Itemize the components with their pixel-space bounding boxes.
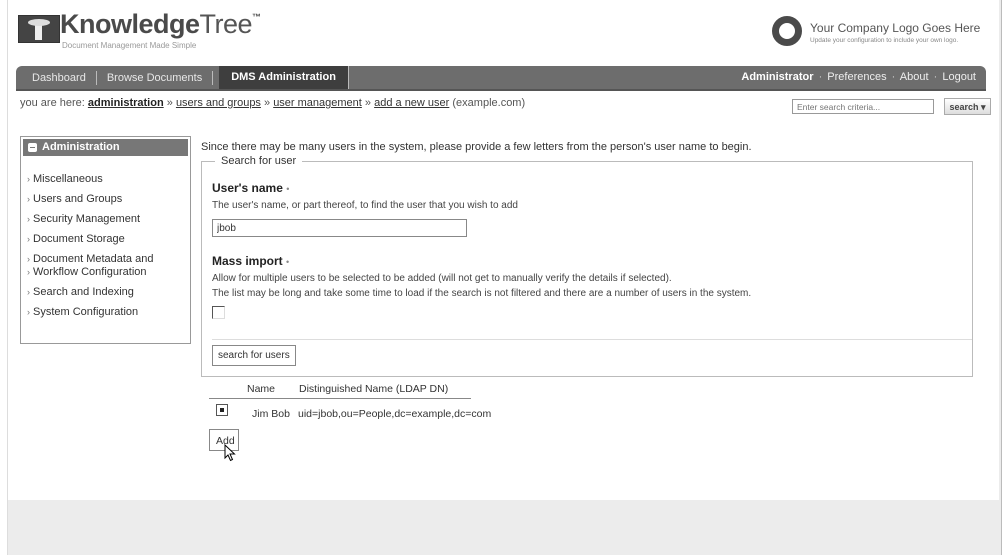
breadcrumb-add-a-new-user[interactable]: add a new user (374, 97, 449, 109)
sidebar-item-users-and-groups[interactable]: Users and Groups (27, 193, 153, 206)
intro-text: Since there may be many users in the sys… (201, 141, 752, 153)
company-logo: Your Company Logo Goes Here Update your … (772, 16, 981, 50)
required-icon: • (286, 184, 290, 194)
tree-logo-icon (18, 15, 60, 43)
company-logo-subtitle: Update your configuration to include you… (810, 37, 959, 44)
select-user-radio[interactable] (216, 404, 228, 416)
collapse-icon[interactable] (28, 143, 37, 152)
mass-import-checkbox[interactable] (212, 306, 225, 319)
search-input[interactable] (792, 99, 934, 114)
breadcrumb-user-management[interactable]: user management (273, 97, 362, 109)
column-header-ldap-dn: Distinguished Name (LDAP DN) (299, 383, 449, 395)
breadcrumb-administration[interactable]: administration (88, 97, 164, 109)
page: KnowledgeTree™ Document Management Made … (8, 0, 999, 500)
search-for-user-fieldset: Search for user User's name • The user's… (201, 155, 973, 377)
current-user: Administrator (741, 71, 814, 83)
fieldset-legend: Search for user (215, 155, 303, 167)
company-logo-title: Your Company Logo Goes Here (810, 21, 981, 35)
main-nav-bar: Dashboard Browse Documents DMS Administr… (16, 66, 986, 91)
sidebar-item-security-management[interactable]: Security Management (27, 213, 153, 226)
user-menu: Administrator · Preferences · About · Lo… (741, 71, 976, 83)
preferences-link[interactable]: Preferences (827, 71, 886, 83)
sidebar-item-system-configuration[interactable]: System Configuration (27, 306, 153, 319)
logout-link[interactable]: Logout (942, 71, 976, 83)
sidebar-item-document-metadata[interactable]: Document Metadata and (27, 253, 153, 266)
logo-wordmark: KnowledgeTree™ (60, 9, 261, 39)
sidebar-item-miscellaneous[interactable]: Miscellaneous (27, 173, 153, 186)
sidebar-header[interactable]: Administration (23, 139, 188, 156)
sidebar-item-workflow-configuration[interactable]: Workflow Configuration (27, 266, 153, 279)
company-logo-circle-icon (772, 16, 802, 46)
breadcrumb-users-and-groups[interactable]: users and groups (176, 97, 261, 109)
chevron-down-icon: ▾ (981, 102, 986, 112)
mass-import-help-1: Allow for multiple users to be selected … (212, 273, 672, 284)
divider (212, 339, 972, 340)
result-name-cell: Jim Bob (252, 408, 290, 420)
search-for-users-button[interactable]: search for users (212, 345, 296, 366)
sidebar-item-search-and-indexing[interactable]: Search and Indexing (27, 286, 153, 299)
mass-import-label: Mass import • (212, 254, 290, 268)
sidebar-item-document-storage[interactable]: Document Storage (27, 233, 153, 246)
admin-sidebar: Administration Miscellaneous Users and G… (20, 136, 191, 344)
about-link[interactable]: About (900, 71, 929, 83)
table-header-divider (209, 398, 471, 399)
breadcrumb-domain: (example.com) (452, 97, 526, 109)
username-input[interactable] (212, 219, 467, 237)
required-icon: • (286, 257, 290, 267)
mass-import-help-2: The list may be long and take some time … (212, 288, 752, 299)
search-button[interactable]: search ▾ (944, 98, 991, 115)
result-dn-cell: uid=jbob,ou=People,dc=example,dc=com (298, 408, 492, 420)
tab-dms-administration[interactable]: DMS Administration (219, 66, 349, 89)
tab-dashboard[interactable]: Dashboard (28, 70, 97, 85)
sidebar-title: Administration (42, 141, 120, 153)
breadcrumb: you are here: administration » users and… (20, 97, 526, 109)
username-help: The user's name, or part thereof, to fin… (212, 200, 518, 211)
tab-browse-documents[interactable]: Browse Documents (97, 70, 214, 85)
username-label: User's name • (212, 181, 290, 195)
column-header-name: Name (247, 383, 276, 395)
logo-tagline: Document Management Made Simple (62, 41, 197, 50)
mouse-pointer-icon (224, 444, 236, 462)
